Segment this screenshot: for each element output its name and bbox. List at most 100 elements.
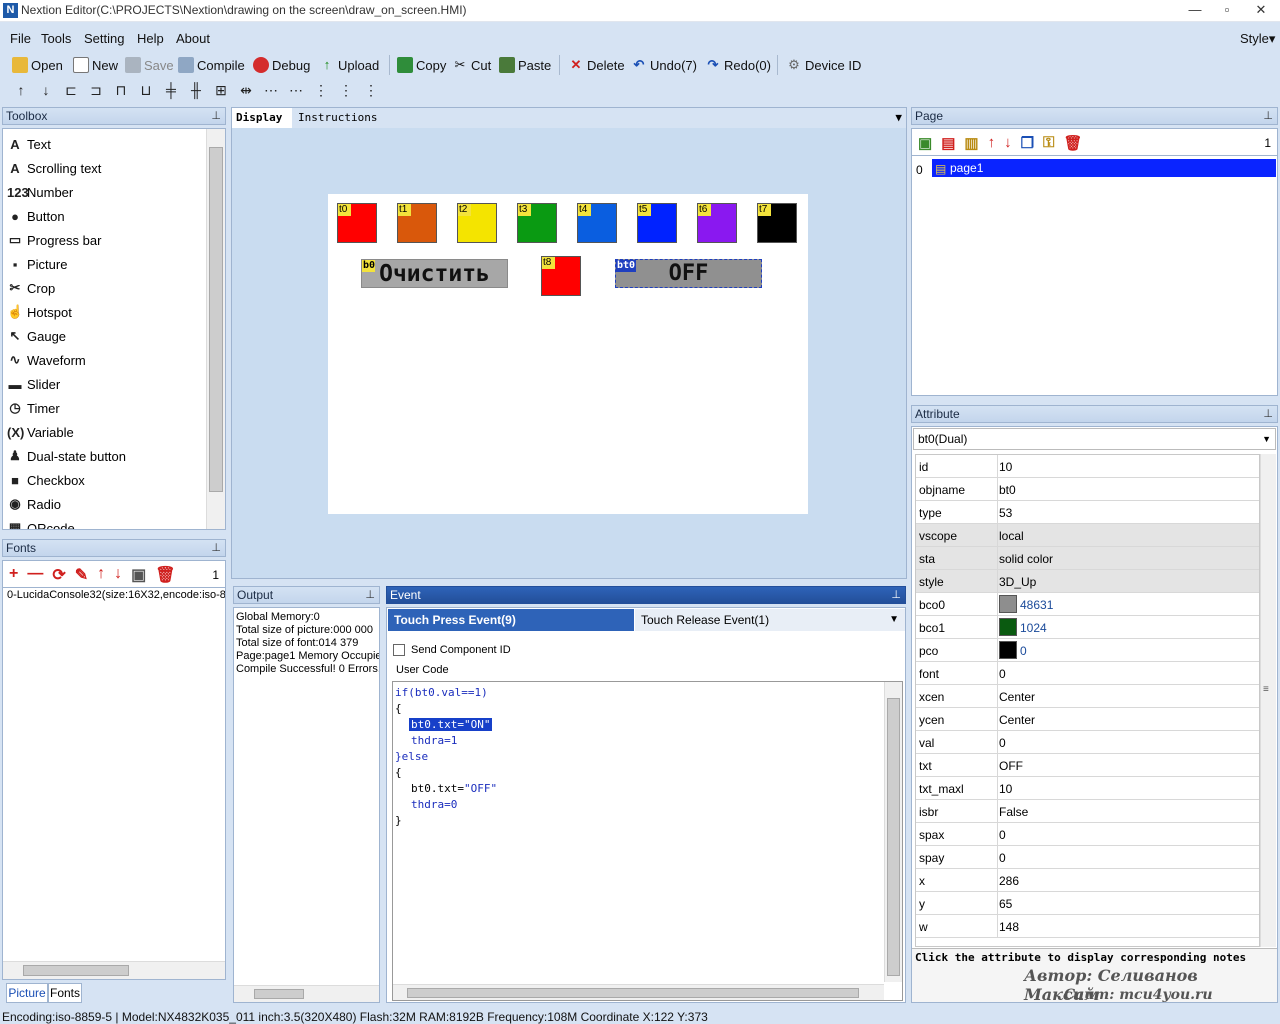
tab-display[interactable]: Display — [232, 108, 292, 128]
component-select[interactable]: bt0(Dual) ▼ — [913, 428, 1276, 450]
scroll-thumb[interactable] — [254, 989, 304, 999]
insert-page-icon[interactable]: ▥ — [964, 134, 978, 152]
toolbox-item-timer[interactable]: ◷ Timer — [7, 397, 59, 419]
add-page-icon[interactable]: ▣ — [918, 134, 932, 152]
align-bottom-icon[interactable]: ⊔ — [138, 82, 154, 98]
page-item-page1[interactable]: ▤ page1 — [932, 159, 1276, 177]
attribute-row-y[interactable]: y 65 — [916, 892, 1259, 915]
attribute-row-style[interactable]: style 3D_Up — [916, 570, 1259, 593]
refresh-icon[interactable]: ⟳ — [52, 565, 65, 585]
import-page-icon[interactable]: ⚿ — [1043, 134, 1054, 152]
toolbox-item-progress-bar[interactable]: ▭ Progress bar — [7, 229, 102, 251]
redo-button[interactable]: ↷ Redo(0) — [705, 55, 771, 75]
align-center-v-icon[interactable]: ╫ — [188, 82, 204, 98]
undo-button[interactable]: ↶ Undo(7) — [631, 55, 697, 75]
toolbox-item-waveform[interactable]: ∿ Waveform — [7, 349, 86, 371]
toolbox-scrollbar[interactable] — [206, 129, 225, 529]
color-square-t7[interactable]: t7 — [757, 203, 797, 243]
open-button[interactable]: Open — [12, 55, 63, 75]
align-center-h-icon[interactable]: ╪ — [163, 82, 179, 98]
font-generator-icon[interactable]: ▣ — [131, 565, 146, 585]
trash-icon[interactable]: 🗑 — [1063, 134, 1082, 152]
scroll-thumb[interactable] — [887, 698, 900, 976]
attribute-row-w[interactable]: w 148 — [916, 915, 1259, 938]
color-square-t6[interactable]: t6 — [697, 203, 737, 243]
attribute-row-pco[interactable]: pco 0 — [916, 639, 1259, 662]
attribute-row-font[interactable]: font 0 — [916, 662, 1259, 685]
fonts-hscrollbar[interactable] — [3, 961, 225, 979]
code-editor[interactable]: if(bt0.val==1) { bt0.txt="ON" thdra=1 }e… — [392, 681, 903, 1001]
attribute-row-val[interactable]: val 0 — [916, 731, 1259, 754]
tab-touch-press[interactable]: Touch Press Event(9) — [388, 609, 634, 631]
pin-icon[interactable]: ⊥ — [891, 587, 901, 603]
color-square-t0[interactable]: t0 — [337, 203, 377, 243]
toolbox-item-radio[interactable]: ◉ Radio — [7, 493, 61, 515]
space-h-icon[interactable]: ⋯ — [263, 82, 279, 98]
align-left-icon[interactable]: ⊏ — [63, 82, 79, 98]
pin-icon[interactable]: ⊥ — [365, 587, 375, 603]
up-icon[interactable]: ↑ — [988, 134, 996, 152]
copy-page-icon[interactable]: ❐ — [1021, 134, 1034, 152]
add-icon[interactable]: + — [9, 565, 18, 585]
compile-button[interactable]: Compile — [178, 55, 245, 75]
pin-icon[interactable]: ⊥ — [1263, 108, 1273, 124]
chevron-down-icon[interactable]: ▼ — [895, 108, 902, 128]
code-hscrollbar[interactable] — [393, 984, 884, 1000]
up-icon[interactable]: ↑ — [97, 565, 105, 585]
cut-button[interactable]: ✂ Cut — [452, 55, 492, 75]
maximize-button[interactable]: ▫ — [1212, 2, 1242, 20]
toolbox-item-number[interactable]: 123 Number — [7, 181, 73, 203]
debug-button[interactable]: Debug — [253, 55, 310, 75]
tab-fonts[interactable]: Fonts — [48, 983, 82, 1003]
attribute-row-type[interactable]: type 53 — [916, 501, 1259, 524]
dual-state-button[interactable]: OFF bt0 — [615, 259, 762, 288]
pin-icon[interactable]: ⊥ — [211, 108, 221, 124]
toolbox-item-hotspot[interactable]: ☝ Hotspot — [7, 301, 72, 323]
same-size-icon[interactable]: ⊞ — [213, 82, 229, 98]
delete-button[interactable]: ✕ Delete — [568, 55, 625, 75]
attribute-row-bco1[interactable]: bco1 1024 — [916, 616, 1259, 639]
toolbox-item-dual-state-button[interactable]: ♟ Dual-state button — [7, 445, 126, 467]
menu-setting[interactable]: Setting — [84, 31, 124, 46]
toolbox-item-crop[interactable]: ✂ Crop — [7, 277, 56, 299]
toolbox-item-qrcode[interactable]: ▦ QRcode — [7, 517, 75, 529]
move-up-icon[interactable]: ↑ — [13, 82, 29, 98]
style-menu[interactable]: Style▾ — [1240, 31, 1275, 47]
menu-help[interactable]: Help — [137, 31, 164, 46]
attribute-row-spay[interactable]: spay 0 — [916, 846, 1259, 869]
toolbox-item-text[interactable]: A Text — [7, 133, 51, 155]
scroll-thumb[interactable] — [209, 147, 223, 492]
copy-button[interactable]: Copy — [397, 55, 446, 75]
clear-button[interactable]: Очистить b0 — [361, 259, 508, 288]
attribute-row-bco0[interactable]: bco0 48631 — [916, 593, 1259, 616]
color-square-t4[interactable]: t4 — [577, 203, 617, 243]
new-button[interactable]: New — [73, 55, 118, 75]
minimize-button[interactable]: — — [1180, 2, 1210, 20]
menu-about[interactable]: About — [176, 31, 210, 46]
toolbox-item-slider[interactable]: ▬ Slider — [7, 373, 61, 395]
toolbox-item-button[interactable]: ● Button — [7, 205, 65, 227]
menu-file[interactable]: File — [10, 31, 31, 46]
scroll-thumb[interactable] — [23, 965, 129, 976]
down-icon[interactable]: ↓ — [114, 565, 122, 585]
attribute-row-objname[interactable]: objname bt0 — [916, 478, 1259, 501]
attribute-row-xcen[interactable]: xcen Center — [916, 685, 1259, 708]
toolbox-item-picture[interactable]: ▪ Picture — [7, 253, 68, 275]
align-top-icon[interactable]: ⊓ — [113, 82, 129, 98]
toolbox-item-checkbox[interactable]: ■ Checkbox — [7, 469, 85, 491]
down-icon[interactable]: ↓ — [1004, 134, 1012, 152]
send-component-id-checkbox[interactable] — [393, 644, 405, 656]
toolbox-item-variable[interactable]: (X) Variable — [7, 421, 74, 443]
color-square-t8[interactable]: t8 — [541, 256, 581, 296]
attribute-row-id[interactable]: id 10 — [916, 455, 1259, 478]
paste-button[interactable]: Paste — [499, 55, 551, 75]
attribute-row-txt-maxl[interactable]: txt_maxl 10 — [916, 777, 1259, 800]
space-v3-icon[interactable]: ⋮ — [363, 82, 379, 98]
toolbox-item-gauge[interactable]: ↖ Gauge — [7, 325, 67, 347]
pin-icon[interactable]: ⊥ — [1263, 406, 1273, 422]
attribute-row-vscope[interactable]: vscope local — [916, 524, 1259, 547]
move-down-icon[interactable]: ↓ — [38, 82, 54, 98]
tab-instructions[interactable]: Instructions — [294, 108, 377, 128]
remove-icon[interactable]: — — [27, 565, 43, 585]
color-square-t2[interactable]: t2 — [457, 203, 497, 243]
